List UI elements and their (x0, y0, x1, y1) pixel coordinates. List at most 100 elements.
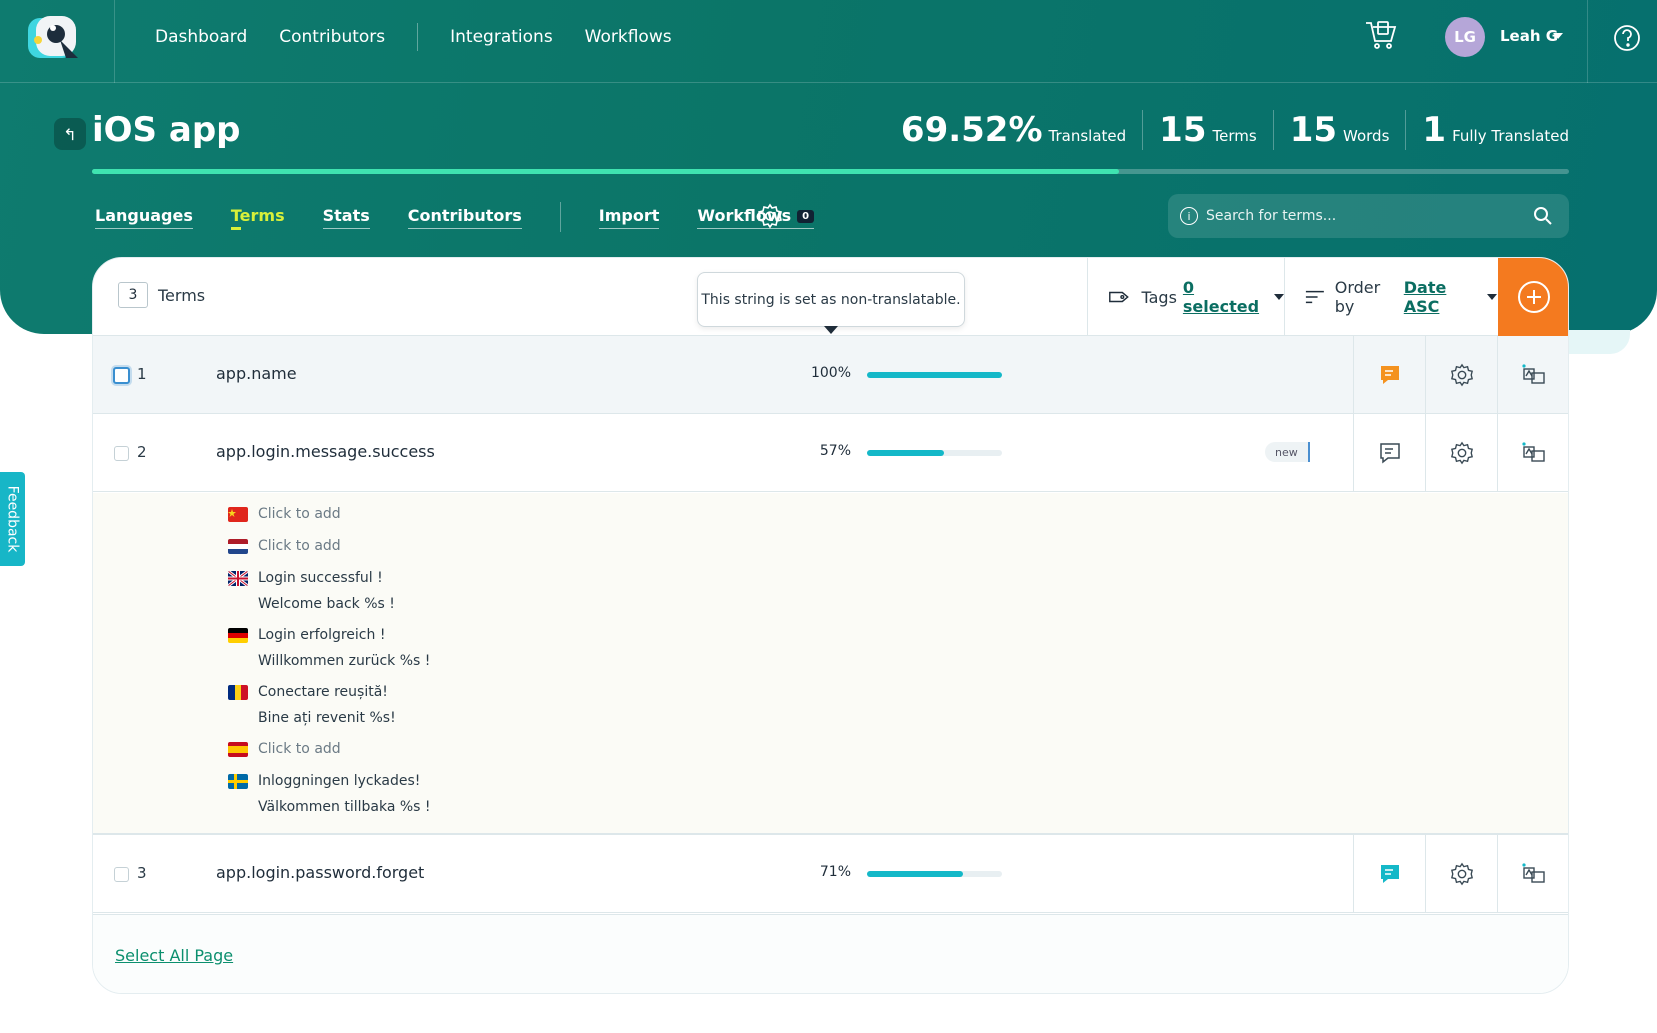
term-progress-fill (867, 450, 944, 456)
row-index: 3 (137, 864, 147, 882)
translate-icon (1521, 364, 1545, 384)
logo-cell (0, 0, 115, 83)
project-settings-gear-icon[interactable] (757, 203, 783, 229)
tab-import[interactable]: Import (598, 206, 660, 229)
translate-button[interactable] (1497, 336, 1568, 414)
tags-filter[interactable]: Tags 0 selected (1087, 258, 1284, 336)
row-checkbox[interactable] (114, 446, 129, 461)
app-logo-icon[interactable] (26, 14, 84, 62)
tags-chevron-down-icon[interactable] (1274, 294, 1284, 300)
terms-count: 3 (118, 282, 148, 308)
order-label: Order by (1334, 278, 1381, 316)
tags-selected[interactable]: 0 selected (1183, 278, 1266, 316)
tab-languages[interactable]: Languages (95, 206, 193, 229)
search-icon[interactable] (1533, 206, 1553, 226)
translate-icon (1521, 442, 1545, 462)
table-row[interactable]: 3 app.login.password.forget 71% (93, 835, 1568, 913)
tab-terms[interactable]: Terms (230, 206, 285, 230)
stat-value: 69.52% (900, 110, 1043, 150)
comments-button[interactable] (1353, 835, 1425, 913)
term-percent: 57% (819, 443, 851, 459)
gear-icon (1450, 441, 1473, 465)
term-settings-button[interactable] (1425, 414, 1497, 492)
project-tabs: Languages Terms Stats Contributors Impor… (95, 202, 852, 232)
stat-translated: 69.52% Translated (901, 110, 1142, 150)
translate-button[interactable] (1497, 414, 1568, 492)
stat-label: Fully Translated (1452, 127, 1569, 145)
add-term-button[interactable] (1498, 258, 1568, 336)
search-terms-input[interactable]: i Search for terms... (1168, 194, 1569, 238)
term-key[interactable]: app.login.password.forget (216, 863, 424, 882)
order-value[interactable]: Date ASC (1404, 278, 1479, 316)
translate-button[interactable] (1497, 835, 1568, 913)
back-arrow-icon: ↰ (63, 124, 77, 144)
search-placeholder: Search for terms... (1206, 208, 1337, 224)
nav-integrations[interactable]: Integrations (450, 27, 553, 47)
nav-contributors[interactable]: Contributors (279, 27, 385, 47)
translation-text[interactable]: Click to add (258, 736, 341, 762)
terms-count-label: Terms (158, 286, 206, 305)
user-name[interactable]: Leah G (1500, 27, 1558, 45)
row-checkbox[interactable] (114, 867, 129, 882)
translation-line: Inloggningen lyckades! (258, 773, 421, 789)
term-key[interactable]: app.name (216, 364, 297, 383)
info-icon[interactable]: i (1180, 207, 1198, 225)
term-progress-bar (867, 871, 1002, 877)
translation-line: Willkommen zurück %s ! (258, 653, 431, 669)
translation-line: Welcome back %s ! (258, 596, 395, 612)
term-tag-badge[interactable]: new (1265, 442, 1310, 462)
gear-icon (1450, 862, 1473, 886)
stat-value: 15 (1159, 110, 1207, 150)
project-progress-bar (92, 169, 1569, 174)
tags-label: Tags (1141, 287, 1177, 307)
gb-flag-icon (228, 571, 248, 586)
order-by-filter[interactable]: Order by Date ASC (1284, 258, 1497, 336)
term-percent: 100% (810, 365, 851, 381)
tab-stats[interactable]: Stats (322, 206, 370, 229)
help-icon[interactable] (1612, 22, 1644, 54)
project-stats: 69.52% Translated 15 Terms 15 Words 1 Fu… (901, 110, 1569, 150)
main-nav: Dashboard Contributors Integrations Work… (155, 0, 704, 73)
ro-flag-icon (228, 685, 248, 700)
term-percent: 71% (819, 864, 851, 880)
stat-words: 15 Words (1272, 110, 1406, 150)
nav-divider (417, 22, 419, 51)
table-row[interactable]: 2 app.login.message.success 57% new (93, 414, 1568, 492)
workflows-count-badge: 0 (797, 209, 815, 223)
select-all-page-link[interactable]: Select All Page (115, 946, 233, 965)
plus-circle-icon (1518, 281, 1550, 313)
row-checkbox[interactable] (113, 367, 130, 384)
tab-workflows[interactable]: Workflows 0 (697, 206, 815, 229)
stat-value: 1 (1422, 110, 1447, 150)
row-index: 1 (137, 365, 147, 383)
stat-terms: 15 Terms (1142, 110, 1273, 150)
term-settings-button[interactable] (1425, 835, 1497, 913)
terms-card-header: 3 Terms This string is set as non-transl… (93, 258, 1568, 336)
translation-line: Välkommen tillbaka %s ! (258, 799, 431, 815)
tab-contributors[interactable]: Contributors (407, 206, 522, 229)
cn-flag-icon (228, 507, 248, 522)
translation-text[interactable]: Login successful ! Welcome back %s ! (258, 565, 395, 617)
user-menu-chevron-down-icon[interactable] (1553, 33, 1563, 39)
translation-text[interactable]: Click to add (258, 533, 341, 559)
comment-icon (1380, 366, 1399, 384)
cart-icon[interactable] (1364, 19, 1398, 51)
order-chevron-down-icon[interactable] (1487, 294, 1497, 300)
translation-text[interactable]: Inloggningen lyckades! Välkommen tillbaka… (258, 768, 431, 820)
top-navigation-bar: Dashboard Contributors Integrations Work… (0, 0, 1657, 83)
feedback-tab[interactable]: Feedback (0, 472, 25, 566)
translation-text[interactable]: Login erfolgreich ! Willkommen zurück %s … (258, 622, 430, 674)
term-settings-button[interactable] (1425, 336, 1497, 414)
term-key[interactable]: app.login.message.success (216, 442, 435, 461)
translation-text[interactable]: Conectare reușită! Bine ați revenit %s! (258, 679, 396, 731)
project-title: iOS app (92, 110, 241, 150)
nav-dashboard[interactable]: Dashboard (155, 27, 247, 47)
back-button[interactable]: ↰ (54, 118, 86, 150)
comments-button[interactable] (1353, 336, 1425, 414)
avatar[interactable]: LG (1445, 17, 1485, 57)
nav-workflows[interactable]: Workflows (585, 27, 672, 47)
table-row[interactable]: 1 app.name 100% (93, 336, 1568, 414)
comments-button[interactable] (1353, 414, 1425, 492)
translation-line: Conectare reușită! (258, 684, 388, 700)
translation-text[interactable]: Click to add (258, 501, 341, 527)
